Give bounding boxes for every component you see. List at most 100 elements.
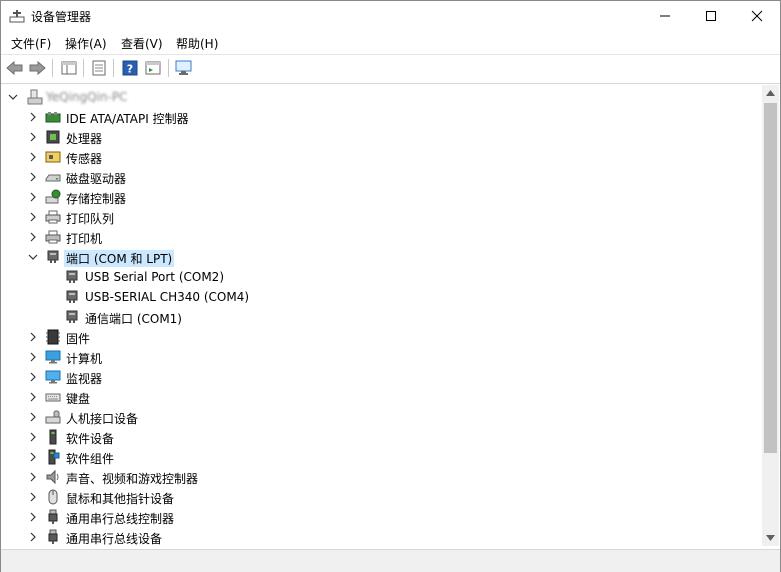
tree-item-print-queue[interactable]: 打印队列 [1, 207, 761, 227]
ide-controller-icon [45, 112, 61, 123]
chevron-right-icon[interactable] [28, 532, 38, 542]
chevron-right-icon[interactable] [28, 352, 38, 362]
chevron-right-icon[interactable] [28, 212, 38, 222]
chevron-down-icon[interactable] [28, 252, 38, 262]
tree-item-label: 监视器 [66, 372, 103, 386]
tree-child-label: 通信端口 (COM1) [85, 312, 182, 326]
help-button[interactable]: ? [120, 58, 140, 78]
tree-child-label: USB Serial Port (COM2) [85, 270, 224, 284]
tree-root-node[interactable]: YeQingQin-PC [1, 87, 761, 107]
toolbar-separator [83, 59, 84, 77]
tree-item-label: 存储控制器 [66, 192, 127, 206]
chevron-right-icon[interactable] [28, 492, 38, 502]
svg-text:?: ? [127, 63, 133, 76]
forward-arrow-icon [29, 60, 46, 76]
sound-icon [46, 469, 59, 485]
chevron-right-icon[interactable] [28, 432, 38, 442]
software-device-icon [49, 429, 57, 445]
tree-item-usb-device[interactable]: 通用串行总线设备 [1, 527, 761, 546]
tree-child-comm-port-com1[interactable]: 通信端口 (COM1) [1, 307, 761, 327]
tree-item-label: 传感器 [66, 152, 103, 166]
port-icon [66, 310, 78, 323]
keyboard-icon [45, 393, 61, 402]
chevron-right-icon[interactable] [28, 392, 38, 402]
scrollbar-thumb[interactable] [764, 103, 777, 453]
chevron-right-icon[interactable] [28, 412, 38, 422]
tree-item-sensor[interactable]: 传感器 [1, 147, 761, 167]
computer-icon [45, 350, 61, 364]
toolbar-separator-line [1, 83, 780, 84]
chevron-right-icon[interactable] [28, 112, 38, 122]
menu-bar: 文件(F) 操作(A) 查看(V) 帮助(H) [1, 32, 780, 54]
tree-item-label: 处理器 [66, 132, 103, 146]
tree-item-software-component[interactable]: 软件组件 [1, 447, 761, 467]
toolbar-separator [113, 59, 114, 77]
tree-item-label: 端口 (COM 和 LPT) [64, 250, 175, 267]
chevron-right-icon[interactable] [28, 192, 38, 202]
chevron-right-icon[interactable] [28, 472, 38, 482]
tree-item-sound[interactable]: 声音、视频和游戏控制器 [1, 467, 761, 487]
print-queue-icon [45, 210, 61, 224]
chevron-right-icon[interactable] [28, 132, 38, 142]
menu-help[interactable]: 帮助(H) [176, 35, 218, 52]
tree-item-disk-drive[interactable]: 磁盘驱动器 [1, 167, 761, 187]
sensor-icon [45, 151, 61, 163]
chevron-right-icon[interactable] [28, 172, 38, 182]
chevron-right-icon[interactable] [28, 452, 38, 462]
tree-item-label: 鼠标和其他指针设备 [66, 492, 175, 506]
chevron-down-icon[interactable] [8, 92, 18, 102]
device-manager-icon [9, 10, 25, 23]
usb-controller-icon [48, 509, 58, 524]
status-bar [1, 549, 780, 572]
vertical-scrollbar[interactable] [762, 85, 779, 546]
tree-item-software-device[interactable]: 软件设备 [1, 427, 761, 447]
tree-item-label: 声音、视频和游戏控制器 [66, 472, 199, 486]
menu-action[interactable]: 操作(A) [65, 35, 107, 52]
firmware-icon [46, 329, 60, 345]
tree-item-keyboard[interactable]: 键盘 [1, 387, 761, 407]
tree-item-monitor[interactable]: 监视器 [1, 367, 761, 387]
forward-button[interactable] [27, 58, 47, 78]
tree-item-label: IDE ATA/ATAPI 控制器 [66, 112, 189, 126]
port-icon [47, 250, 59, 263]
action-pane-button[interactable] [143, 58, 163, 78]
maximize-button[interactable] [688, 1, 734, 31]
chevron-right-icon[interactable] [28, 332, 38, 342]
tree-item-label: 打印机 [66, 232, 103, 246]
menu-file[interactable]: 文件(F) [11, 35, 51, 52]
scroll-up-arrow-icon[interactable] [766, 90, 775, 96]
chevron-right-icon[interactable] [28, 512, 38, 522]
menu-view[interactable]: 查看(V) [121, 35, 163, 52]
chevron-right-icon[interactable] [28, 152, 38, 162]
tree-item-computer[interactable]: 计算机 [1, 347, 761, 367]
show-hide-console-tree-button[interactable] [59, 58, 79, 78]
back-button[interactable] [5, 58, 25, 78]
tree-child-usb-serial-com2[interactable]: USB Serial Port (COM2) [1, 267, 761, 287]
tree-item-firmware[interactable]: 固件 [1, 327, 761, 347]
tree-item-ports[interactable]: 端口 (COM 和 LPT) [1, 247, 761, 267]
maximize-icon [706, 11, 716, 21]
toolbar: ? [1, 55, 780, 82]
tree-item-label: 固件 [66, 332, 91, 346]
minimize-button[interactable] [642, 1, 688, 31]
properties-button[interactable] [89, 58, 109, 78]
chevron-right-icon[interactable] [28, 372, 38, 382]
tree-item-label: 键盘 [66, 392, 91, 406]
tree-item-usb-controller[interactable]: 通用串行总线控制器 [1, 507, 761, 527]
chevron-right-icon[interactable] [28, 232, 38, 242]
close-button[interactable] [734, 1, 780, 31]
tree-item-printer[interactable]: 打印机 [1, 227, 761, 247]
tree-item-ide-controller[interactable]: IDE ATA/ATAPI 控制器 [1, 107, 761, 127]
action-pane-icon [145, 61, 161, 75]
scan-hardware-button[interactable] [174, 58, 194, 78]
scroll-down-arrow-icon[interactable] [766, 535, 775, 541]
scan-hardware-monitor-icon [175, 60, 192, 75]
hid-icon [45, 410, 61, 424]
tree-item-mouse[interactable]: 鼠标和其他指针设备 [1, 487, 761, 507]
tree-child-ch340-com4[interactable]: USB-SERIAL CH340 (COM4) [1, 287, 761, 307]
tree-item-processor[interactable]: 处理器 [1, 127, 761, 147]
tree-item-storage-controller[interactable]: 存储控制器 [1, 187, 761, 207]
tree-item-hid[interactable]: 人机接口设备 [1, 407, 761, 427]
title-bar[interactable]: 设备管理器 [1, 1, 780, 31]
port-icon [66, 290, 78, 303]
